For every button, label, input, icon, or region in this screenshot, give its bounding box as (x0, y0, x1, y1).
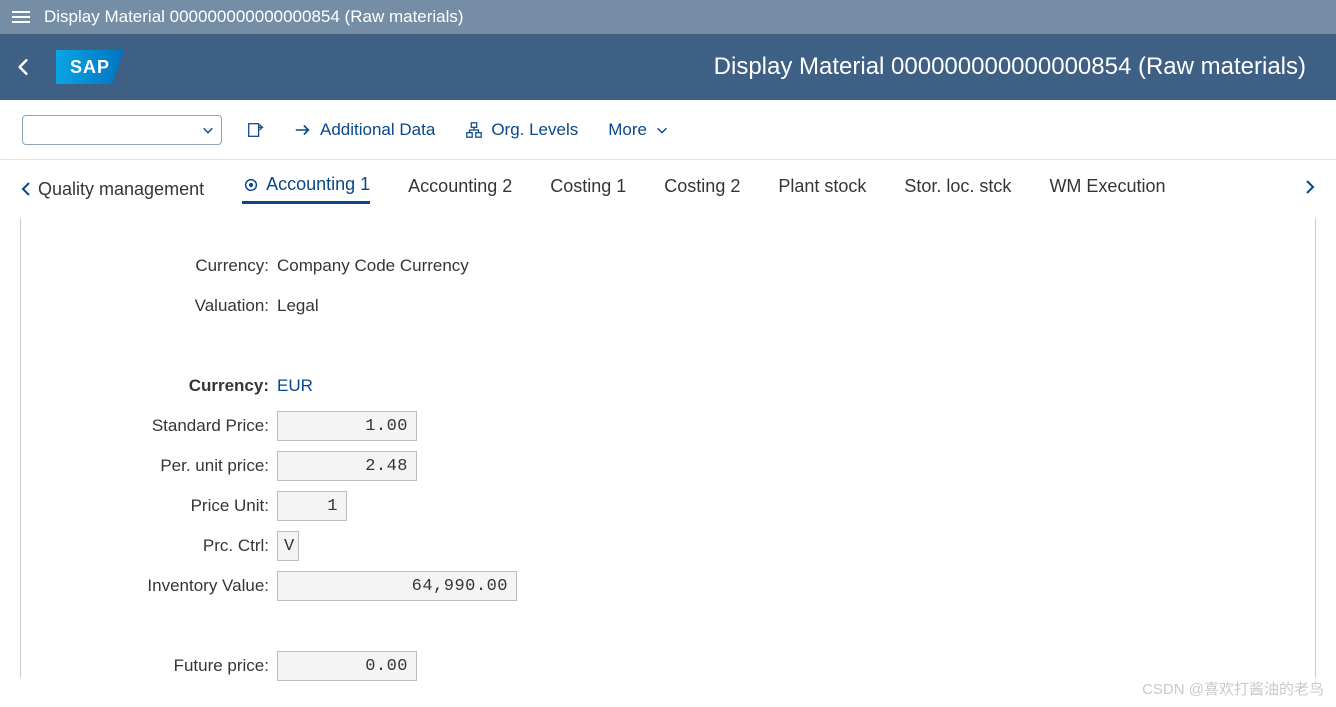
per-unit-price-field: 2.48 (277, 451, 417, 481)
tab-wm-execution[interactable]: WM Execution (1049, 176, 1165, 203)
future-price-label: Future price: (21, 656, 277, 676)
tabs-scroll-prev[interactable]: Quality management (20, 179, 204, 200)
per-unit-price-label: Per. unit price: (21, 456, 277, 476)
tab-accounting-2[interactable]: Accounting 2 (408, 176, 512, 203)
back-button[interactable] (14, 58, 32, 76)
currency-type-label: Currency: (21, 256, 277, 276)
tab-label: WM Execution (1049, 176, 1165, 197)
org-levels-label: Org. Levels (491, 120, 578, 140)
tab-accounting-1[interactable]: Accounting 1 (242, 174, 370, 204)
standard-price-label: Standard Price: (21, 416, 277, 436)
arrow-right-icon (294, 123, 312, 137)
more-button[interactable]: More (602, 116, 675, 144)
row-valuation: Valuation: Legal (21, 286, 1315, 326)
future-price-field: 0.00 (277, 651, 417, 681)
tab-label: Plant stock (778, 176, 866, 197)
hierarchy-icon (465, 121, 483, 139)
prev-tab-hint: Quality management (38, 179, 204, 200)
watermark: CSDN @喜欢打酱油的老鸟 (1142, 678, 1324, 699)
toolbar: Additional Data Org. Levels More (0, 100, 1336, 160)
price-unit-field: 1 (277, 491, 347, 521)
page-title: Display Material 000000000000000854 (Raw… (124, 53, 1322, 81)
menu-icon[interactable] (12, 11, 30, 23)
tab-label: Stor. loc. stck (904, 176, 1011, 197)
tab-label: Costing 2 (664, 176, 740, 197)
row-per-unit-price: Per. unit price: 2.48 (21, 446, 1315, 486)
chevron-down-icon (201, 123, 215, 137)
app-header: SAP Display Material 000000000000000854 … (0, 34, 1336, 100)
tab-label: Costing 1 (550, 176, 626, 197)
tab-label: Accounting 1 (266, 174, 370, 195)
eye-icon (242, 176, 260, 194)
standard-price-field: 1.00 (277, 411, 417, 441)
shell-bar: Display Material 000000000000000854 (Raw… (0, 0, 1336, 34)
prc-ctrl-label: Prc. Ctrl: (21, 536, 277, 556)
additional-data-button[interactable]: Additional Data (288, 116, 441, 144)
export-button[interactable] (240, 117, 270, 143)
currency-value[interactable]: EUR (277, 376, 313, 396)
price-unit-label: Price Unit: (21, 496, 277, 516)
tab-plant-stock[interactable]: Plant stock (778, 176, 866, 203)
tab-label: Accounting 2 (408, 176, 512, 197)
currency-type-value: Company Code Currency (277, 256, 469, 276)
content-frame: Currency: Company Code Currency Valuatio… (20, 218, 1316, 678)
valuation-value: Legal (277, 296, 319, 316)
more-label: More (608, 120, 647, 140)
row-inventory-value: Inventory Value: 64,990.00 (21, 566, 1315, 606)
row-future-price: Future price: 0.00 (21, 646, 1315, 686)
tab-costing-2[interactable]: Costing 2 (664, 176, 740, 203)
row-prc-ctrl: Prc. Ctrl: V (21, 526, 1315, 566)
row-currency: Currency: EUR (21, 366, 1315, 406)
tabs-scroll-next[interactable] (1304, 179, 1316, 200)
additional-data-label: Additional Data (320, 120, 435, 140)
currency-label: Currency: (21, 376, 277, 396)
chevron-down-icon (655, 123, 669, 137)
chevron-right-icon (1304, 179, 1316, 195)
inventory-value-field: 64,990.00 (277, 571, 517, 601)
chevron-left-icon (20, 181, 32, 197)
row-currency-type: Currency: Company Code Currency (21, 246, 1315, 286)
tabs-row: Quality management Accounting 1 Accounti… (0, 160, 1336, 218)
shell-title: Display Material 000000000000000854 (Raw… (44, 7, 464, 27)
valuation-label: Valuation: (21, 296, 277, 316)
sap-logo: SAP (56, 50, 124, 84)
inventory-value-label: Inventory Value: (21, 576, 277, 596)
org-levels-button[interactable]: Org. Levels (459, 116, 584, 144)
row-price-unit: Price Unit: 1 (21, 486, 1315, 526)
tab-costing-1[interactable]: Costing 1 (550, 176, 626, 203)
row-standard-price: Standard Price: 1.00 (21, 406, 1315, 446)
prc-ctrl-field: V (277, 531, 299, 561)
export-icon (246, 121, 264, 139)
tab-stor-loc-stck[interactable]: Stor. loc. stck (904, 176, 1011, 203)
object-selector-dropdown[interactable] (22, 115, 222, 145)
